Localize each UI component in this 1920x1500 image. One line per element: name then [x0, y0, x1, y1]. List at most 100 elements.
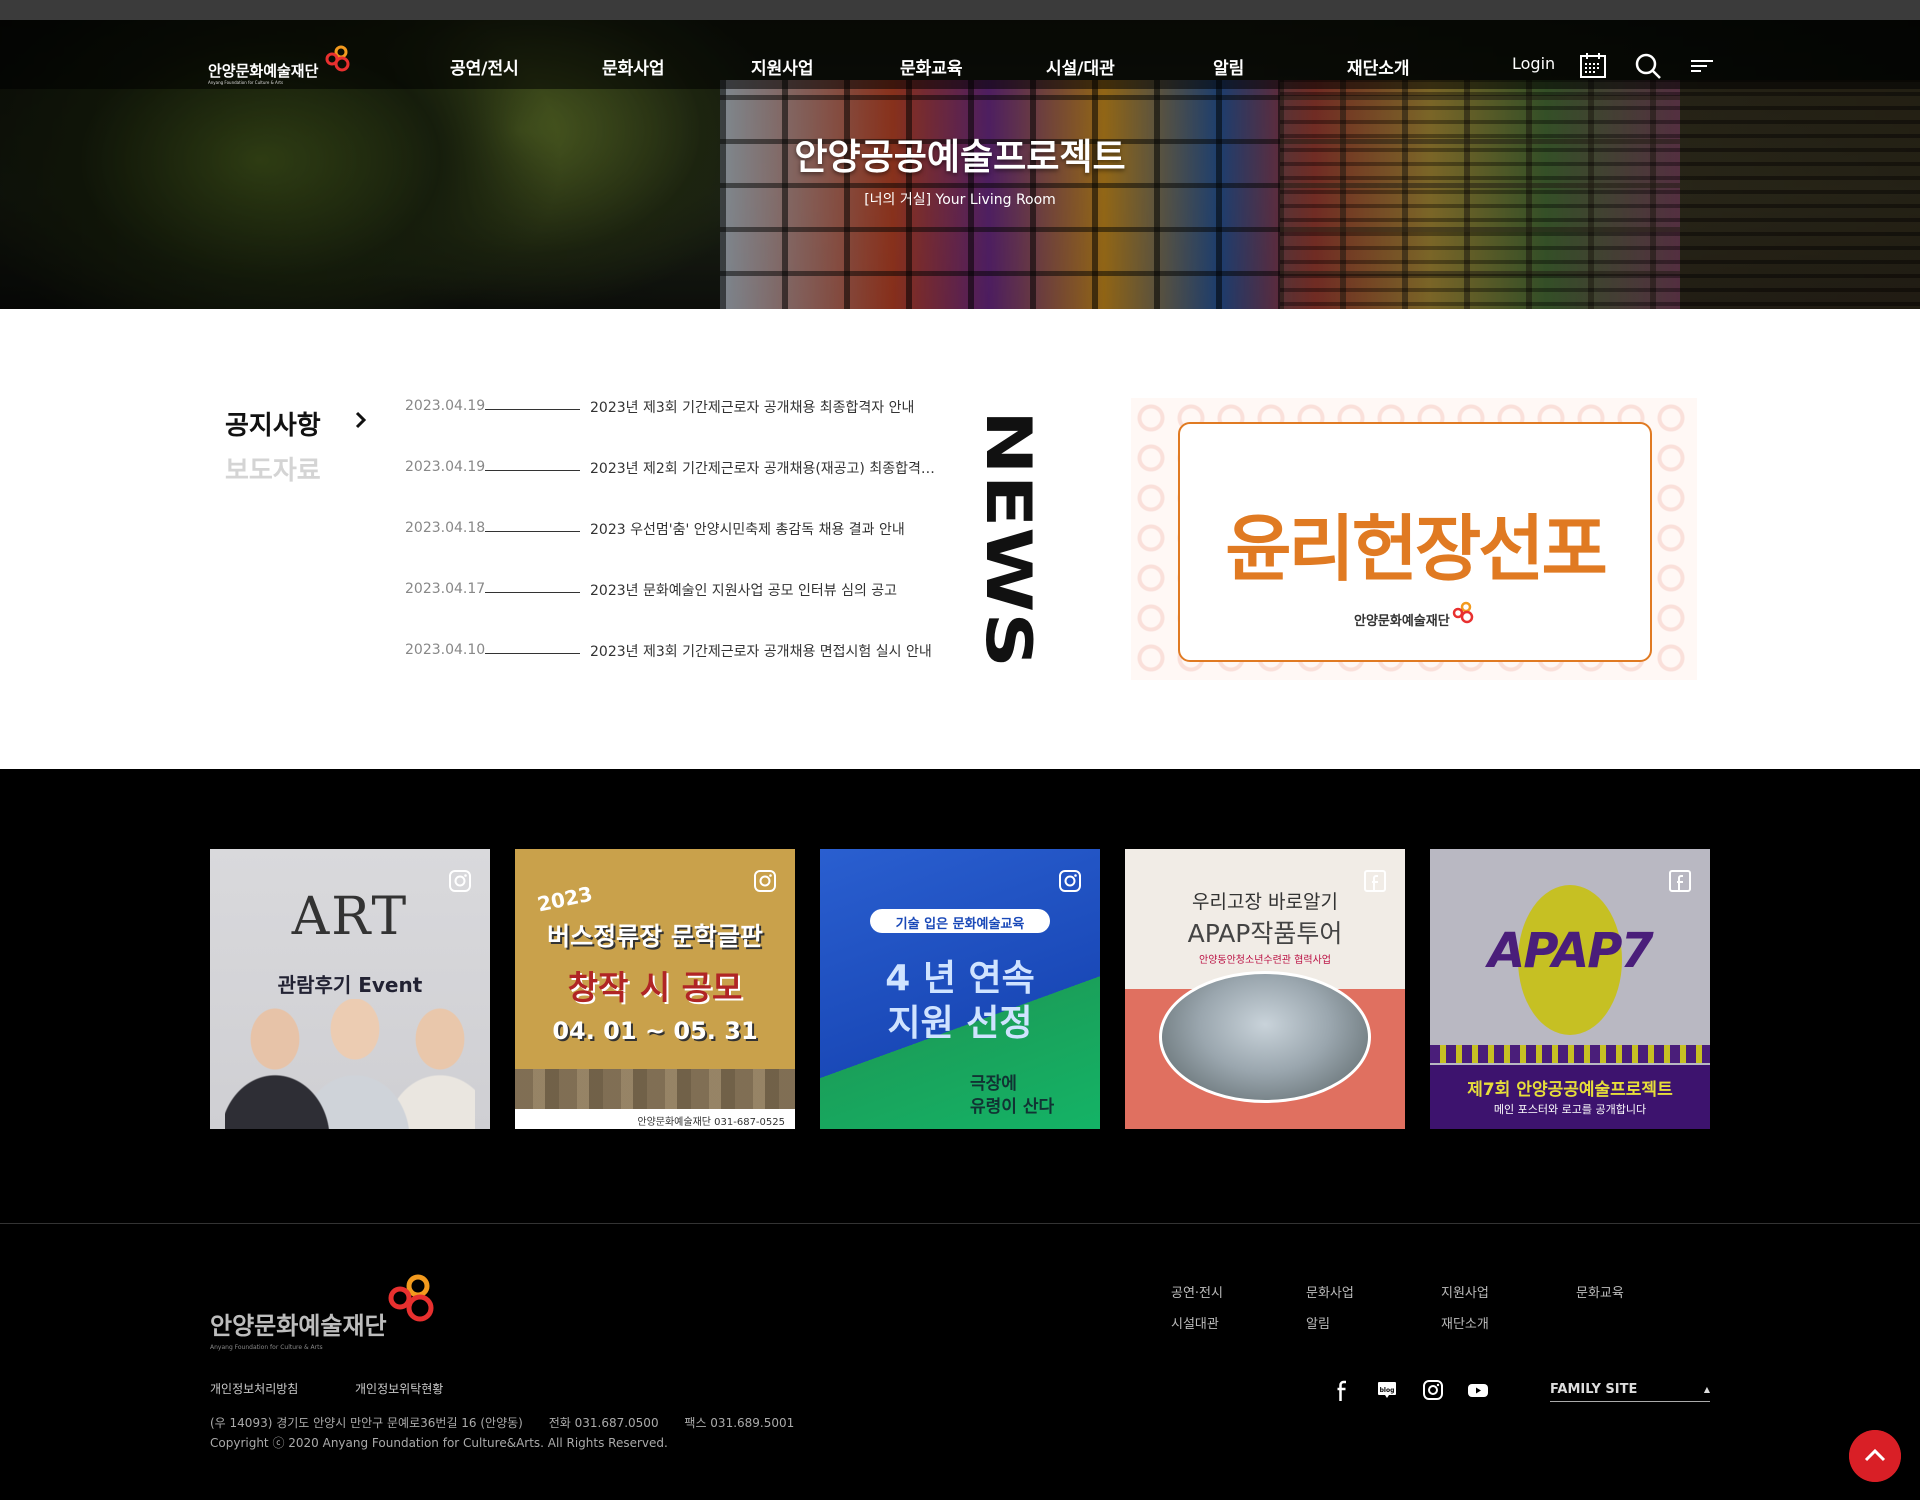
card-sub1: 극장에 [970, 1074, 1017, 1094]
hamburger-menu-icon[interactable] [1687, 52, 1717, 80]
news-date: 2023.04.17 [405, 581, 486, 597]
global-navigation: 안양문화예술재단 Anyang Foundation for Culture &… [0, 20, 1920, 89]
card-headline: ART [291, 887, 409, 947]
sns-card[interactable]: 2023 버스정류장 문학글판 창작 시 공모 04. 01 ~ 05. 31 … [515, 849, 795, 1129]
logo-rings-icon [388, 1274, 434, 1322]
search-icon[interactable] [1633, 52, 1663, 80]
nav-item-education[interactable]: 문화교육 [900, 54, 963, 79]
calendar-icon[interactable] [1578, 52, 1608, 80]
tab-notice[interactable]: 공지사항 [225, 405, 321, 442]
news-date: 2023.04.19 [405, 459, 486, 475]
logo-subtext: Anyang Foundation for Culture & Arts [208, 80, 284, 85]
footer-menu-item[interactable]: 문화사업 [1306, 1282, 1354, 1301]
login-link[interactable]: Login [1512, 54, 1555, 73]
family-site-select[interactable]: FAMILY SITE ▲ [1550, 1382, 1710, 1402]
footer-menu-item[interactable]: 공연·전시 [1171, 1282, 1223, 1301]
news-vertical-label: NEWS [975, 410, 1035, 668]
blog-icon[interactable]: blog [1376, 1379, 1398, 1401]
footer-menu-item[interactable]: 재단소개 [1441, 1313, 1489, 1332]
footer-logo-subtext: Anyang Foundation for Culture & Arts [210, 1344, 323, 1351]
card-bar1: 제7회 안양공공예술프로젝트 [1467, 1080, 1673, 1100]
facebook-icon [1364, 870, 1386, 892]
privacy-consignment-link[interactable]: 개인정보위탁현황 [355, 1380, 443, 1397]
chevron-right-icon[interactable] [352, 408, 370, 432]
copyright: Copyright ⓒ 2020 Anyang Foundation for C… [210, 1436, 668, 1450]
hero-title: 안양공공예술프로젝트 [794, 137, 1126, 178]
news-item[interactable]: 2023.04.19 2023년 제2회 기간제근로자 공개채용(재공고) 최종… [405, 457, 945, 479]
youtube-icon[interactable] [1467, 1379, 1489, 1401]
card-big2: 지원 선정 [887, 1003, 1033, 1044]
scroll-to-top-button[interactable] [1849, 1430, 1901, 1482]
ethics-card: 윤리헌장선포 안양문화예술재단 [1178, 422, 1652, 662]
news-title[interactable]: 2023년 문화예술인 지원사업 공모 인터뷰 심의 공고 [590, 580, 945, 600]
nav-item-performance[interactable]: 공연/전시 [450, 54, 519, 79]
news-title[interactable]: 2023년 제3회 기간제근로자 공개채용 최종합격자 안내 [590, 397, 945, 417]
logo-rings-icon [1452, 601, 1474, 624]
nav-item-facilities[interactable]: 시설/대관 [1046, 54, 1115, 79]
footer-menu-item[interactable]: 알림 [1306, 1313, 1330, 1332]
site-logo[interactable]: 안양문화예술재단 Anyang Foundation for Culture &… [208, 44, 358, 85]
card-year: 2023 [535, 881, 595, 917]
ethics-charter-banner[interactable]: 윤리헌장선포 안양문화예술재단 [1131, 398, 1697, 680]
footer-logo-text: 안양문화예술재단 [210, 1312, 387, 1340]
logo-text: 안양문화예술재단 [208, 62, 319, 80]
news-date: 2023.04.18 [405, 520, 486, 536]
nav-item-about[interactable]: 재단소개 [1347, 54, 1410, 79]
news-title[interactable]: 2023년 제2회 기간제근로자 공개채용(재공고) 최종합격자 ... [590, 458, 945, 478]
instagram-icon [1059, 870, 1081, 892]
hero-subtitle: [너의 거실] Your Living Room [864, 192, 1056, 208]
news-date: 2023.04.19 [405, 398, 486, 414]
footer-menu-item[interactable]: 문화교육 [1576, 1282, 1624, 1301]
phone-text: 전화 031.687.0500 [548, 1416, 659, 1430]
card-cityscape [515, 1069, 795, 1109]
news-title[interactable]: 2023 우선멈'춤' 안양시민축제 총감독 채용 결과 안내 [590, 519, 945, 539]
card-sub: 관람후기 Event [277, 973, 423, 997]
logo-rings-icon [325, 45, 350, 72]
card-line1: 버스정류장 문학글판 [547, 922, 763, 951]
facebook-icon[interactable] [1332, 1379, 1354, 1401]
card-pill: 기술 입은 문화예술교육 [870, 909, 1050, 933]
sns-card[interactable]: APAP7 제7회 안양공공예술프로젝트 메인 포스터와 로고를 공개합니다 [1430, 849, 1710, 1129]
nav-item-notice[interactable]: 알림 [1213, 54, 1244, 79]
nav-item-culture-business[interactable]: 문화사업 [602, 54, 665, 79]
card-line2: APAP작품투어 [1187, 919, 1343, 948]
nav-item-support[interactable]: 지원사업 [751, 54, 814, 79]
footer-address: (우 14093) 경기도 안양시 만안구 문예로36번길 16 (안양동) 전… [210, 1414, 816, 1431]
news-item[interactable]: 2023.04.10 2023년 제3회 기간제근로자 공개채용 면접시험 실시… [405, 640, 945, 662]
sns-card[interactable]: 우리고장 바로알기 APAP작품투어 안양동안청소년수련관 협력사업 [1125, 849, 1405, 1129]
ethics-org: 안양문화예술재단 [1354, 614, 1450, 629]
news-date: 2023.04.10 [405, 642, 486, 658]
card-line3: 안양동안청소년수련관 협력사업 [1199, 955, 1331, 966]
card-line2: 창작 시 공모 [567, 968, 743, 1007]
privacy-policy-link[interactable]: 개인정보처리방침 [210, 1380, 298, 1397]
card-photo [1159, 971, 1371, 1103]
footer-menu-item[interactable]: 시설대관 [1171, 1313, 1219, 1332]
card-sub2: 유령이 산다 [970, 1097, 1055, 1117]
ethics-headline: 윤리헌장선포 [1225, 507, 1607, 591]
sns-card[interactable]: ART 관람후기 Event [210, 849, 490, 1129]
browser-top-strip [0, 0, 1920, 20]
card-logo: APAP7 [1488, 923, 1654, 979]
footer-menu-item[interactable]: 지원사업 [1441, 1282, 1489, 1301]
news-vertical-text: NEWS [975, 410, 1035, 668]
facebook-icon [1669, 870, 1691, 892]
address-text: (우 14093) 경기도 안양시 만안구 문예로36번길 16 (안양동) [210, 1416, 523, 1430]
caret-up-icon: ▲ [1703, 1385, 1710, 1394]
site-footer: 안양문화예술재단 Anyang Foundation for Culture &… [0, 1223, 1920, 1500]
news-item[interactable]: 2023.04.19 2023년 제3회 기간제근로자 공개채용 최종합격자 안… [405, 396, 945, 418]
card-bar2: 메인 포스터와 로고를 공개합니다 [1493, 1103, 1647, 1116]
card-footer: 안양문화예술재단 031-687-0525 [515, 1109, 795, 1129]
card-line3: 04. 01 ~ 05. 31 [552, 1017, 758, 1045]
family-site-label: FAMILY SITE [1550, 1382, 1638, 1397]
news-item[interactable]: 2023.04.18 2023 우선멈'춤' 안양시민축제 총감독 채용 결과 … [405, 518, 945, 540]
svg-text:blog: blog [1380, 1387, 1395, 1394]
card-photo [225, 999, 475, 1129]
news-title[interactable]: 2023년 제3회 기간제근로자 공개채용 면접시험 실시 안내 [590, 641, 945, 661]
instagram-icon[interactable] [1422, 1379, 1444, 1401]
news-item[interactable]: 2023.04.17 2023년 문화예술인 지원사업 공모 인터뷰 심의 공고 [405, 579, 945, 601]
instagram-icon [754, 870, 776, 892]
tab-press[interactable]: 보도자료 [225, 450, 321, 487]
instagram-icon [449, 870, 471, 892]
sns-card[interactable]: 기술 입은 문화예술교육 4 년 연속 지원 선정 극장에 유령이 산다 [820, 849, 1100, 1129]
fax-text: 팩스 031.689.5001 [684, 1416, 795, 1430]
